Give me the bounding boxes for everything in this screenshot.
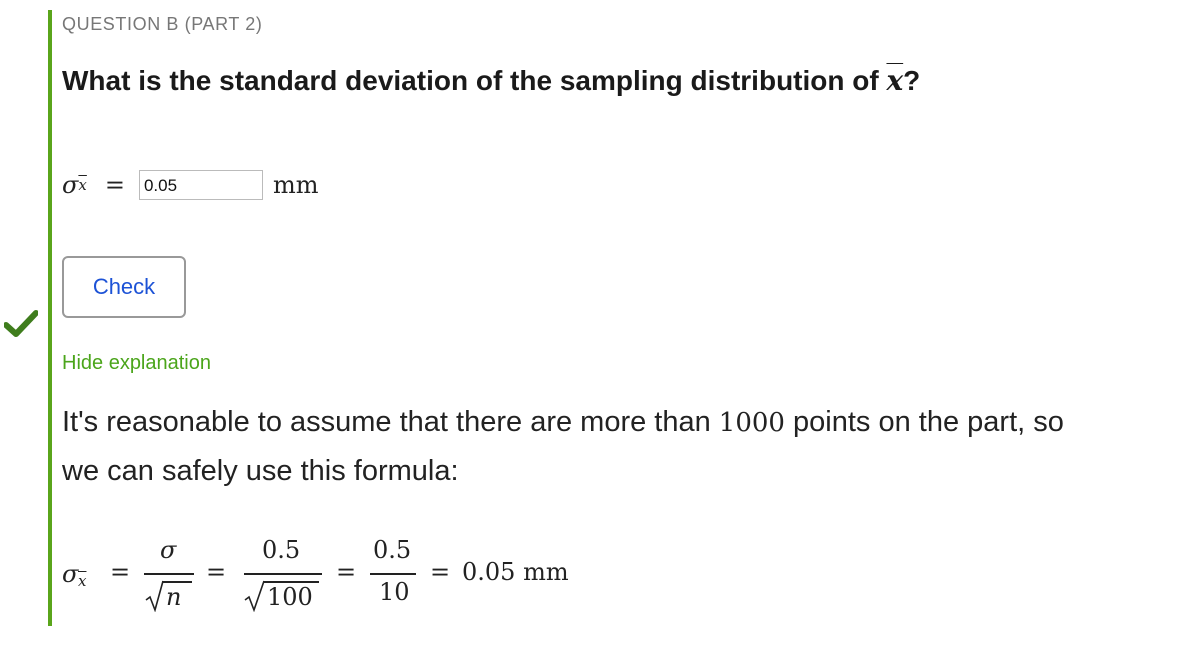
formula-x-bar-subscript: x (78, 572, 87, 590)
explanation-text-part: It's reasonable to assume that there are… (62, 406, 719, 438)
explanation-line-1: It's reasonable to assume that there are… (62, 398, 1172, 447)
formula-sigma: σ (62, 560, 79, 588)
question-panel: QUESTION B (PART 2) What is the standard… (62, 0, 1182, 654)
x-bar-symbol: x (886, 64, 904, 97)
explanation-line-2: we can safely use this formula: (62, 455, 459, 487)
question-title-end: ? (903, 65, 921, 96)
hide-explanation-link[interactable]: Hide explanation (62, 352, 211, 375)
fraction1-denominator: n (166, 583, 182, 611)
formula-equals: = (336, 558, 357, 586)
explanation-number: 1000 (718, 408, 785, 438)
answer-row: σx = 0.05 mm (62, 168, 318, 202)
square-root-icon (145, 580, 164, 612)
fraction1-bar (144, 573, 194, 575)
checkmark-icon (4, 310, 38, 337)
question-label: QUESTION B (PART 2) (62, 14, 263, 34)
answer-input[interactable]: 0.05 (138, 170, 263, 200)
explanation-text: It's reasonable to assume that there are… (62, 398, 1172, 495)
fraction1-numerator: σ (160, 536, 177, 564)
fraction2-denominator: 100 (267, 583, 313, 611)
equals-sign: = (104, 171, 125, 199)
formula-equals: = (430, 558, 451, 586)
fraction2-bar (244, 573, 322, 575)
fraction3-denominator: 10 (379, 578, 410, 606)
x-bar-subscript: x (78, 176, 87, 194)
formula-equals: = (110, 558, 131, 586)
square-root-icon (244, 580, 265, 612)
fraction2-numerator: 0.5 (262, 536, 301, 564)
question-accent-bar (48, 10, 52, 626)
explanation-text-part: points on the part, so (784, 406, 1064, 438)
formula: σ x = σ n = 0.5 100 = 0.5 10 = 0.05 mm (62, 532, 762, 622)
unit-label: mm (272, 171, 319, 199)
formula-result: 0.05 mm (462, 558, 569, 586)
fraction3-bar (370, 573, 416, 575)
formula-equals: = (206, 558, 227, 586)
fraction3-numerator: 0.5 (373, 536, 412, 564)
question-title-text: What is the standard deviation of the sa… (62, 65, 887, 96)
sigma-symbol: σ (62, 171, 79, 199)
check-button[interactable]: Check (62, 256, 186, 318)
question-title: What is the standard deviation of the sa… (62, 64, 920, 97)
